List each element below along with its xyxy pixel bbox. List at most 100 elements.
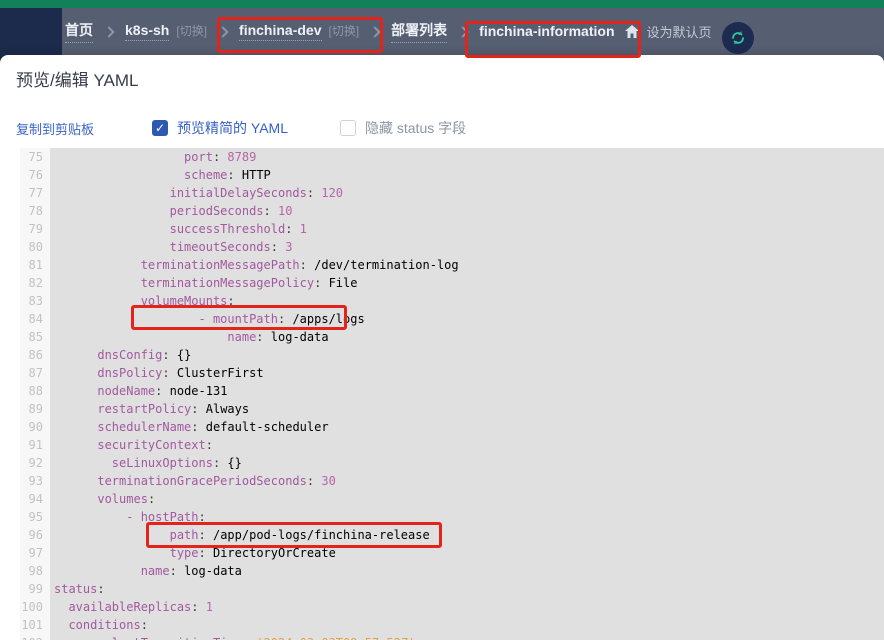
yaml-line[interactable]: port: 8789 (50, 148, 884, 166)
yaml-line[interactable]: - mountPath: /apps/logs (50, 310, 884, 328)
yaml-row-84: 84 - mountPath: /apps/logs (20, 310, 884, 328)
line-number: 77 (20, 184, 50, 202)
breadcrumb-label[interactable]: 首页 (65, 20, 93, 43)
yaml-row-99: 99 status: (20, 580, 884, 598)
yaml-row-97: 97 type: DirectoryOrCreate (20, 544, 884, 562)
hide-status-label[interactable]: 隐藏 status 字段 (365, 118, 466, 138)
line-number: 94 (20, 490, 50, 508)
switch-link[interactable]: [切换] (329, 22, 360, 39)
line-number: 90 (20, 418, 50, 436)
breadcrumb-label[interactable]: finchina-information (479, 23, 614, 41)
yaml-line[interactable]: - lastTransitionTime: '2024-03-03T09:57:… (50, 634, 884, 640)
yaml-row-94: 94 volumes: (20, 490, 884, 508)
line-number: 101 (20, 616, 50, 634)
yaml-line[interactable]: name: log-data (50, 328, 884, 346)
yaml-row-91: 91 securityContext: (20, 436, 884, 454)
yaml-row-82: 82 terminationMessagePolicy: File (20, 274, 884, 292)
yaml-preview-modal: 预览/编辑 YAML 复制到剪贴板 ✓ 预览精简的 YAML 隐藏 status… (0, 55, 884, 640)
yaml-row-98: 98 name: log-data (20, 562, 884, 580)
yaml-row-85: 85 name: log-data (20, 328, 884, 346)
line-number: 76 (20, 166, 50, 184)
yaml-line[interactable]: periodSeconds: 10 (50, 202, 884, 220)
hide-status-checkbox[interactable]: 隐藏 status 字段 (339, 118, 466, 138)
preview-simplified-checkbox[interactable]: ✓ 预览精简的 YAML (152, 118, 288, 138)
yaml-line[interactable]: volumeMounts: (50, 292, 884, 310)
refresh-button[interactable] (722, 22, 754, 54)
line-number: 75 (20, 148, 50, 166)
screen: 首页 k8s-sh [切换] finchina-dev [切换] 部署列表 finchina… (0, 0, 884, 640)
breadcrumb-item-首页[interactable]: 首页 (65, 20, 93, 43)
yaml-line[interactable]: availableReplicas: 1 (50, 598, 884, 616)
yaml-line[interactable]: initialDelaySeconds: 120 (50, 184, 884, 202)
line-number: 92 (20, 454, 50, 472)
line-number: 87 (20, 364, 50, 382)
yaml-line[interactable]: path: /app/pod-logs/finchina-release (50, 526, 884, 544)
yaml-line[interactable]: terminationMessagePath: /dev/termination… (50, 256, 884, 274)
yaml-line[interactable]: timeoutSeconds: 3 (50, 238, 884, 256)
yaml-line[interactable]: terminationMessagePolicy: File (50, 274, 884, 292)
yaml-row-88: 88 nodeName: node-131 (20, 382, 884, 400)
yaml-line[interactable]: terminationGracePeriodSeconds: 30 (50, 472, 884, 490)
breadcrumb-label[interactable]: k8s-sh (125, 22, 170, 41)
line-number: 97 (20, 544, 50, 562)
yaml-line[interactable]: nodeName: node-131 (50, 382, 884, 400)
switch-link[interactable]: [切换] (176, 22, 207, 39)
yaml-line[interactable]: successThreshold: 1 (50, 220, 884, 238)
yaml-row-101: 101 conditions: (20, 616, 884, 634)
top-accent-bar (0, 0, 884, 8)
breadcrumb-item-部署列表[interactable]: 部署列表 (391, 20, 448, 43)
line-number: 88 (20, 382, 50, 400)
yaml-line[interactable]: scheme: HTTP (50, 166, 884, 184)
yaml-row-95: 95 - hostPath: (20, 508, 884, 526)
line-number: 84 (20, 310, 50, 328)
yaml-row-87: 87 dnsPolicy: ClusterFirst (20, 364, 884, 382)
yaml-line[interactable]: status: (50, 580, 884, 598)
line-number: 86 (20, 346, 50, 364)
line-number: 78 (20, 202, 50, 220)
yaml-line[interactable]: name: log-data (50, 562, 884, 580)
line-number: 83 (20, 292, 50, 310)
yaml-line[interactable]: seLinuxOptions: {} (50, 454, 884, 472)
chevron-right-icon (103, 25, 115, 38)
yaml-line[interactable]: restartPolicy: Always (50, 400, 884, 418)
home-icon[interactable] (624, 25, 639, 38)
breadcrumb-label[interactable]: 部署列表 (391, 20, 448, 43)
yaml-line[interactable]: conditions: (50, 616, 884, 634)
breadcrumb: 首页 k8s-sh [切换] finchina-dev [切换] 部署列表 finchina… (65, 8, 712, 55)
line-number: 95 (20, 508, 50, 526)
line-number: 80 (20, 238, 50, 256)
yaml-row-79: 79 successThreshold: 1 (20, 220, 884, 238)
yaml-line[interactable]: securityContext: (50, 436, 884, 454)
yaml-line[interactable]: volumes: (50, 490, 884, 508)
chevron-right-icon (457, 25, 469, 38)
yaml-row-92: 92 seLinuxOptions: {} (20, 454, 884, 472)
yaml-row-77: 77 initialDelaySeconds: 120 (20, 184, 884, 202)
set-default-page-link[interactable]: 设为默认页 (647, 22, 712, 41)
breadcrumb-item-finchina-dev[interactable]: finchina-dev [切换] (239, 22, 359, 41)
breadcrumb-label[interactable]: finchina-dev (239, 22, 322, 41)
yaml-row-81: 81 terminationMessagePath: /dev/terminat… (20, 256, 884, 274)
line-number: 99 (20, 580, 50, 598)
yaml-line[interactable]: - hostPath: (50, 508, 884, 526)
preview-simplified-label[interactable]: 预览精简的 YAML (177, 118, 288, 138)
checkbox-unchecked-icon[interactable] (339, 120, 356, 136)
checkbox-checked-icon[interactable]: ✓ (152, 120, 168, 136)
chevron-right-icon (369, 25, 381, 38)
breadcrumb-item-k8s-sh[interactable]: k8s-sh [切换] (125, 22, 207, 41)
yaml-line[interactable]: type: DirectoryOrCreate (50, 544, 884, 562)
yaml-line[interactable]: schedulerName: default-scheduler (50, 418, 884, 436)
copy-to-clipboard-link[interactable]: 复制到剪贴板 (16, 119, 112, 138)
yaml-row-83: 83 volumeMounts: (20, 292, 884, 310)
yaml-row-100: 100 availableReplicas: 1 (20, 598, 884, 616)
line-number: 85 (20, 328, 50, 346)
yaml-editor[interactable]: 75 port: 8789 76 scheme: HTTP 77 initialDe… (20, 148, 884, 640)
breadcrumb-item-finchina-information[interactable]: finchina-information (479, 23, 614, 41)
yaml-row-89: 89 restartPolicy: Always (20, 400, 884, 418)
line-number: 82 (20, 274, 50, 292)
yaml-row-93: 93 terminationGracePeriodSeconds: 30 (20, 472, 884, 490)
yaml-row-96: 96 path: /app/pod-logs/finchina-release (20, 526, 884, 544)
yaml-row-75: 75 port: 8789 (20, 148, 884, 166)
line-number: 100 (20, 598, 50, 616)
yaml-line[interactable]: dnsConfig: {} (50, 346, 884, 364)
yaml-line[interactable]: dnsPolicy: ClusterFirst (50, 364, 884, 382)
